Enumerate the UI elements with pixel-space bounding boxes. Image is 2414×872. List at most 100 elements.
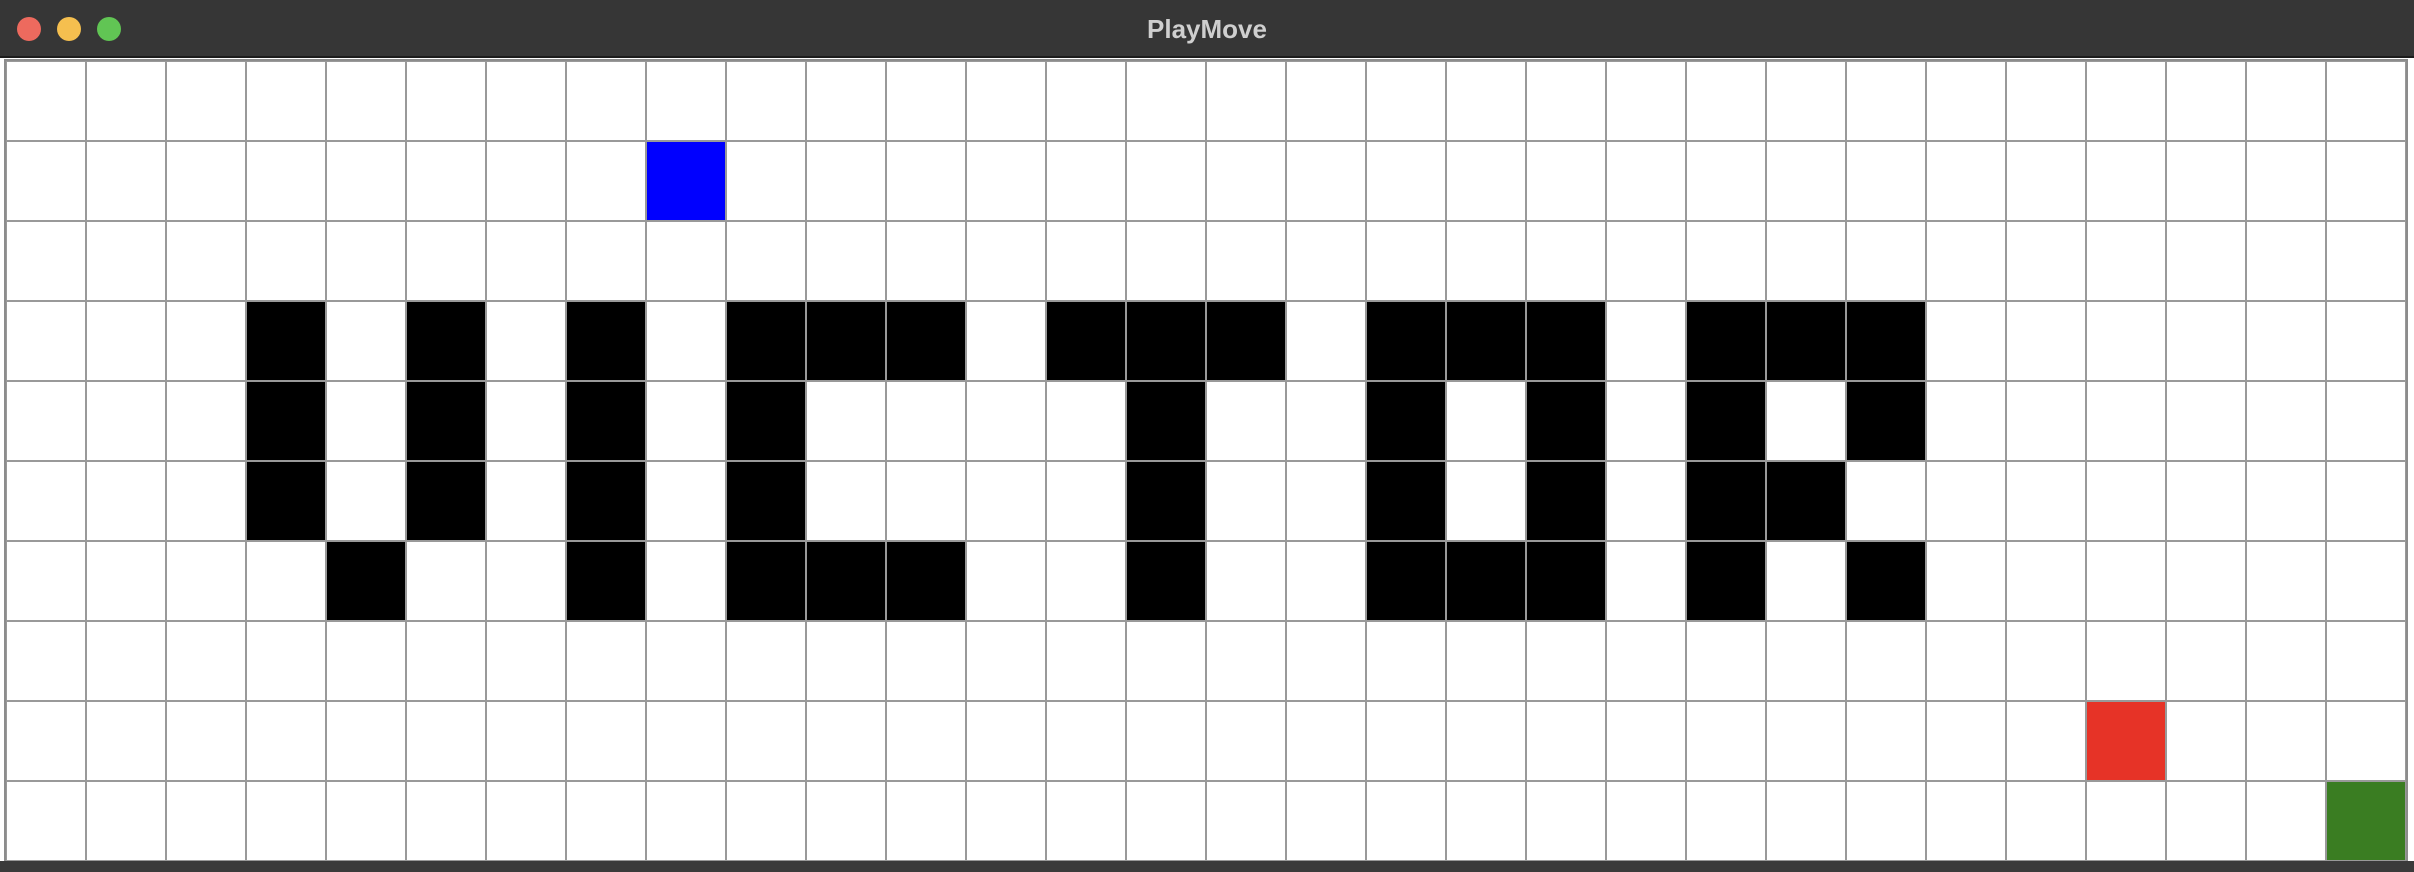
grid-cell[interactable] [1846,461,1926,541]
grid-cell[interactable] [966,781,1046,861]
grid-cell[interactable] [566,221,646,301]
grid-cell[interactable] [806,61,886,141]
grid-cell[interactable] [566,781,646,861]
grid-cell[interactable] [86,701,166,781]
grid-cell[interactable] [1686,701,1766,781]
grid-cell[interactable] [566,701,646,781]
grid-cell[interactable] [2246,701,2326,781]
grid-cell[interactable] [326,701,406,781]
grid-cell[interactable] [86,781,166,861]
grid-cell[interactable] [966,541,1046,621]
grid-cell[interactable] [1606,301,1686,381]
grid-cell[interactable] [1766,541,1846,621]
grid-cell[interactable] [326,781,406,861]
grid-cell[interactable] [1926,781,2006,861]
grid-cell[interactable] [646,381,726,461]
grid-cell[interactable] [1286,141,1366,221]
grid-cell[interactable] [1606,221,1686,301]
grid-cell[interactable] [886,781,966,861]
grid-cell[interactable] [1046,381,1126,461]
grid-cell[interactable] [1846,621,1926,701]
grid-cell[interactable] [1766,61,1846,141]
grid-cell[interactable] [406,621,486,701]
grid-cell[interactable] [2326,461,2406,541]
grid-cell[interactable] [6,381,86,461]
grid-cell[interactable] [966,301,1046,381]
grid-cell[interactable] [1606,621,1686,701]
grid-cell[interactable] [1606,781,1686,861]
grid-cell[interactable] [1366,781,1446,861]
grid-cell[interactable] [1206,61,1286,141]
grid-cell[interactable] [166,61,246,141]
grid-cell[interactable] [1686,61,1766,141]
grid-cell[interactable] [2326,221,2406,301]
grid-cell[interactable] [2006,541,2086,621]
grid-cell[interactable] [1686,221,1766,301]
grid-cell[interactable] [726,781,806,861]
grid-cell[interactable] [1046,61,1126,141]
grid-cell[interactable] [1926,61,2006,141]
grid-cell[interactable] [646,781,726,861]
grid-cell[interactable] [1286,461,1366,541]
grid-cell[interactable] [1606,141,1686,221]
grid-cell[interactable] [646,461,726,541]
grid-cell[interactable] [2246,141,2326,221]
grid-cell[interactable] [1926,301,2006,381]
grid-cell[interactable] [1606,461,1686,541]
grid-cell[interactable] [966,701,1046,781]
grid-cell[interactable] [966,221,1046,301]
grid-cell[interactable] [1926,701,2006,781]
grid-cell[interactable] [1366,701,1446,781]
grid-cell[interactable] [326,461,406,541]
grid-cell[interactable] [1126,781,1206,861]
grid-cell[interactable] [2086,301,2166,381]
grid-cell[interactable] [1286,221,1366,301]
grid-cell[interactable] [646,221,726,301]
grid-cell[interactable] [1126,701,1206,781]
grid-cell[interactable] [486,461,566,541]
grid-cell[interactable] [246,541,326,621]
grid-cell[interactable] [1926,621,2006,701]
grid-cell[interactable] [1446,781,1526,861]
grid-cell[interactable] [1926,221,2006,301]
grid-cell[interactable] [246,221,326,301]
grid-cell[interactable] [1286,541,1366,621]
grid-cell[interactable] [726,61,806,141]
grid-cell[interactable] [886,61,966,141]
grid-cell[interactable] [886,221,966,301]
grid-cell[interactable] [806,621,886,701]
grid-cell[interactable] [1126,221,1206,301]
grid-cell[interactable] [246,141,326,221]
grid-cell[interactable] [1846,781,1926,861]
grid-cell[interactable] [1206,381,1286,461]
goal-tile[interactable] [2326,781,2406,861]
grid-cell[interactable] [2326,61,2406,141]
grid-cell[interactable] [2166,621,2246,701]
grid-cell[interactable] [1366,61,1446,141]
grid-cell[interactable] [2006,461,2086,541]
grid-cell[interactable] [326,141,406,221]
grid-cell[interactable] [1766,781,1846,861]
grid-cell[interactable] [2326,141,2406,221]
grid-cell[interactable] [486,61,566,141]
grid-cell[interactable] [1206,221,1286,301]
grid-cell[interactable] [1046,461,1126,541]
enemy-piece[interactable] [2086,701,2166,781]
grid-cell[interactable] [1046,781,1126,861]
grid-cell[interactable] [1446,221,1526,301]
grid-cell[interactable] [806,461,886,541]
grid-cell[interactable] [2246,621,2326,701]
grid-cell[interactable] [1526,781,1606,861]
grid-cell[interactable] [1686,621,1766,701]
grid-cell[interactable] [806,141,886,221]
grid-cell[interactable] [246,61,326,141]
grid-cell[interactable] [166,221,246,301]
grid-cell[interactable] [166,301,246,381]
grid-cell[interactable] [1926,141,2006,221]
grid-cell[interactable] [1046,541,1126,621]
grid-cell[interactable] [326,61,406,141]
grid-cell[interactable] [2006,61,2086,141]
grid-cell[interactable] [2166,701,2246,781]
grid-cell[interactable] [2006,221,2086,301]
grid-cell[interactable] [326,301,406,381]
